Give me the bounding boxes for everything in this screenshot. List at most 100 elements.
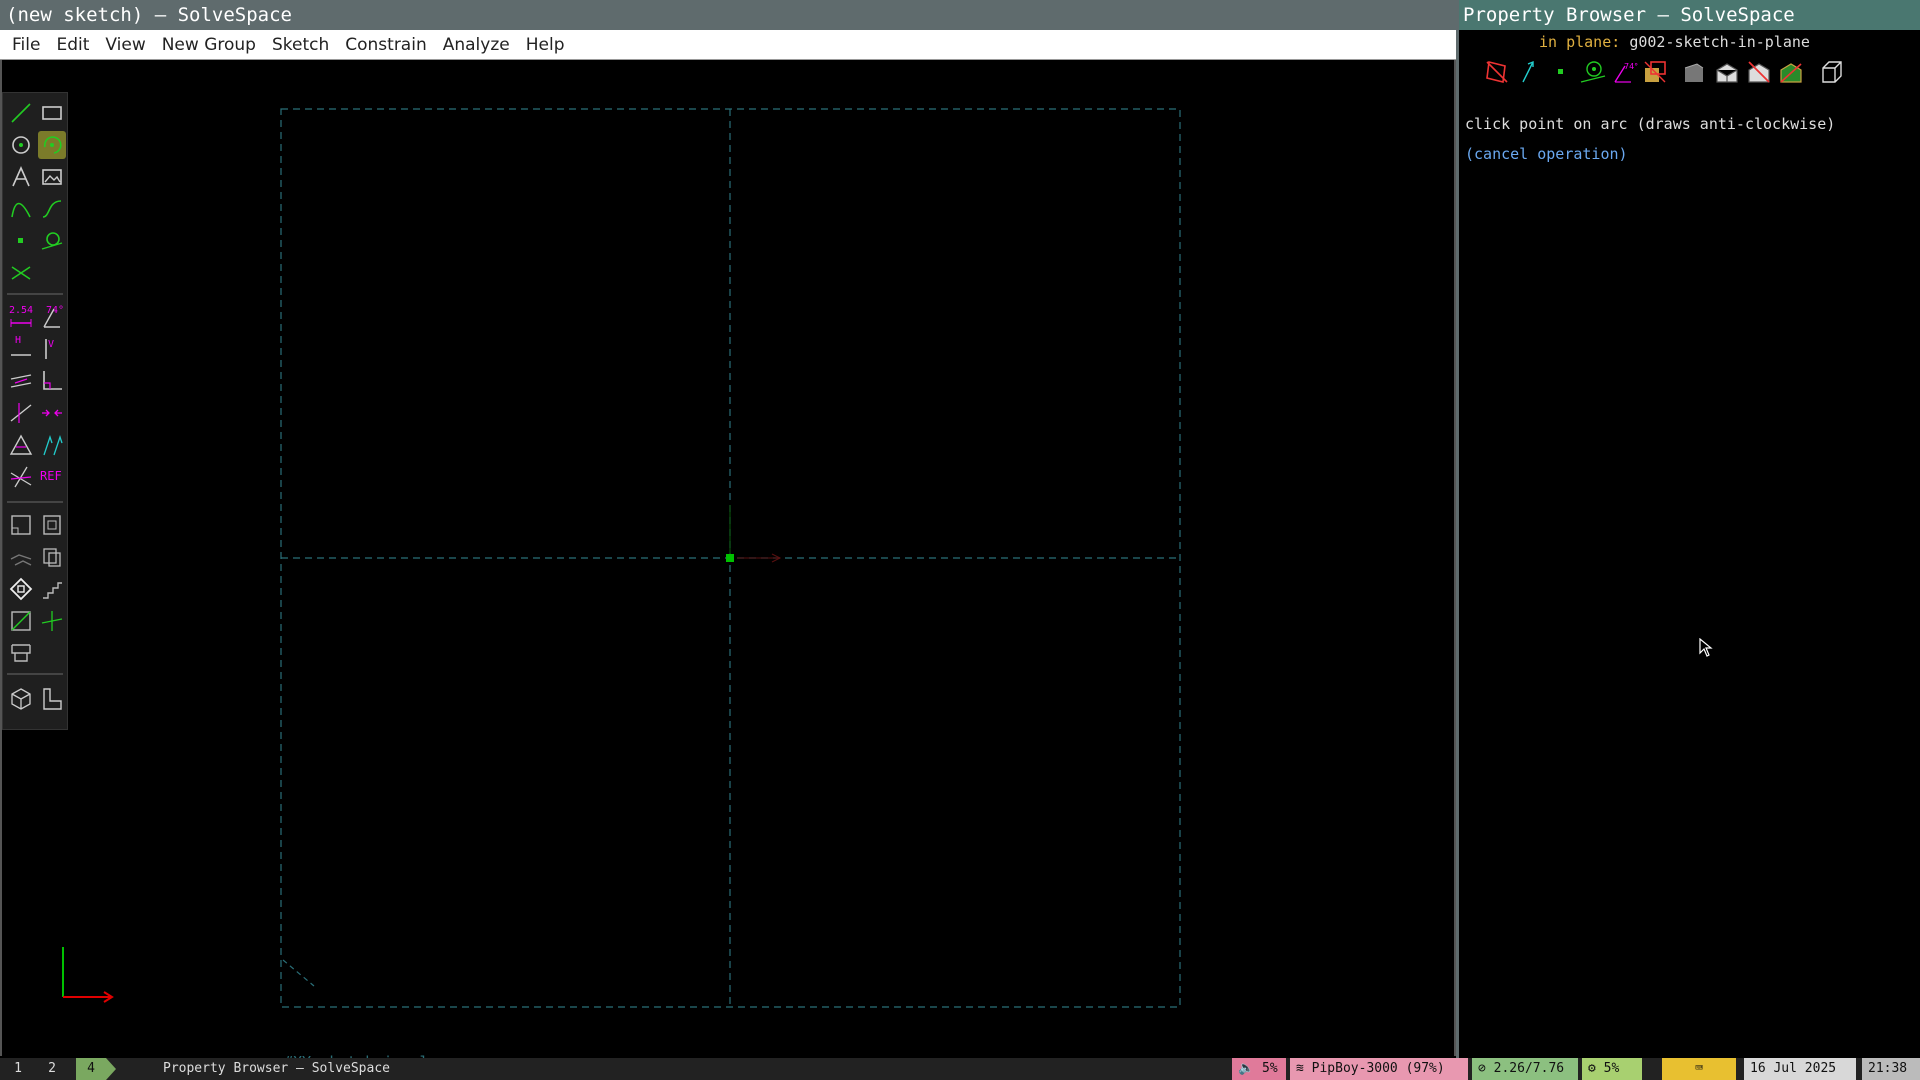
point-icon [1558, 69, 1563, 74]
menu-help[interactable]: Help [518, 30, 573, 59]
menu-view[interactable]: View [97, 30, 153, 59]
parallel-icon [10, 374, 32, 388]
vertical-icon [45, 339, 47, 359]
point-on-line-icon [10, 403, 32, 423]
main-window-title: (new sketch) — SolveSpace [0, 0, 1456, 30]
workplane-drawing [62, 108, 1181, 1008]
line-tool-button[interactable] [7, 99, 35, 127]
other-supplementary-button[interactable] [7, 463, 35, 491]
parallel-constraint-button[interactable] [7, 367, 35, 395]
vertical-constraint-button[interactable]: V [38, 335, 66, 363]
text-tool-button[interactable] [7, 163, 35, 191]
point-tool-button[interactable] [7, 227, 35, 255]
show-mesh-toggle[interactable] [1777, 58, 1805, 86]
focused-window-title: Property Browser — SolveSpace [163, 1061, 390, 1076]
lathe-button[interactable] [7, 607, 35, 635]
system-statusbar: 1 2 4 Property Browser — SolveSpace 🔈 5%… [0, 1058, 1920, 1080]
wifi-icon: ≋ [1296, 1061, 1312, 1076]
sketch-3d-icon [11, 515, 31, 535]
sketch-in-3d-button[interactable] [7, 511, 35, 539]
sketch-canvas[interactable]: #XY sketch-in-plane [0, 60, 1456, 1071]
workspace-1[interactable]: 1 [6, 1058, 30, 1080]
distance-constraint-button[interactable]: 2.54 [7, 303, 35, 331]
menu-file[interactable]: File [4, 30, 48, 59]
rectangle-tool-button[interactable] [38, 99, 66, 127]
show-constraints-toggle[interactable]: 74° [1611, 58, 1639, 86]
revolve-button[interactable] [38, 607, 66, 635]
tangent-arc-tool-button[interactable] [38, 227, 66, 255]
load-value: 2.26/7.76 [1493, 1061, 1565, 1076]
menu-sketch[interactable]: Sketch [264, 30, 337, 59]
linked-part-button[interactable] [7, 639, 35, 667]
volume-indicator[interactable]: 🔈 5% [1232, 1058, 1286, 1080]
show-normals-toggle[interactable] [1515, 58, 1543, 86]
perspective-toggle[interactable] [1817, 58, 1845, 86]
circle-icon [12, 136, 30, 154]
keyboard-icon: ⌨ [1695, 1061, 1703, 1076]
keyboard-indicator[interactable]: ⌨ [1662, 1058, 1736, 1080]
workplane-corner-marker [282, 959, 315, 987]
arc-tool-button[interactable] [38, 131, 66, 159]
arc-icon [43, 136, 62, 154]
wifi-indicator[interactable]: ≋ PipBoy-3000 (97%) [1290, 1058, 1468, 1080]
in-plane-value[interactable]: g002-sketch-in-plane [1629, 33, 1810, 51]
toolbar-separator [7, 293, 63, 295]
menu-edit[interactable]: Edit [48, 30, 97, 59]
show-construction-toggle[interactable] [1579, 58, 1607, 86]
cpu-icon: ⚙ [1588, 1061, 1604, 1076]
toolbar-separator [7, 673, 63, 675]
step-translating-button[interactable] [7, 543, 35, 571]
show-shaded-toggle[interactable] [1681, 58, 1709, 86]
menu-new-group[interactable]: New Group [154, 30, 264, 59]
text-a-icon [12, 166, 30, 187]
spline-tool-button[interactable] [38, 195, 66, 223]
angle-constraint-button[interactable]: 74° [38, 303, 66, 331]
in-plane-label: in plane: [1539, 33, 1621, 51]
horizontal-constraint-button[interactable]: H [7, 335, 35, 363]
workspace-4[interactable]: 4 [76, 1058, 106, 1080]
outline-hidden-icon [1748, 61, 1770, 83]
cancel-operation-link[interactable]: (cancel operation) [1465, 145, 1628, 163]
rectangle-icon [42, 106, 62, 120]
faces-icon [1644, 61, 1666, 83]
in-plane-info: in plane: g002-sketch-in-plane [1539, 33, 1810, 51]
perpendicular-constraint-button[interactable] [38, 367, 66, 395]
point-on-line-constraint-button[interactable] [7, 399, 35, 427]
reference-toggle-button[interactable]: REF [38, 463, 66, 491]
nearest-iso-view-button[interactable] [7, 685, 35, 713]
mesh-icon [1780, 63, 1802, 83]
visibility-toolbar: 74° [1463, 58, 1913, 88]
tangent-arc-icon [41, 232, 63, 250]
perspective-cube-icon [1822, 61, 1842, 83]
sketch-in-workplane-button[interactable] [38, 511, 66, 539]
show-points-toggle[interactable] [1547, 58, 1575, 86]
sketch-plane-icon [43, 515, 61, 535]
translate-icon [10, 554, 32, 566]
distance-dim-icon [10, 319, 32, 327]
show-faces-toggle[interactable] [1641, 58, 1669, 86]
menu-analyze[interactable]: Analyze [435, 30, 518, 59]
extrude-button[interactable] [7, 575, 35, 603]
sketch-toolbar: 2.54 74° H V REF [2, 92, 68, 730]
bezier-tool-button[interactable] [7, 195, 35, 223]
menu-constrain[interactable]: Constrain [337, 30, 434, 59]
workspace-2[interactable]: 2 [40, 1058, 64, 1080]
bezier-icon [11, 202, 31, 218]
split-curves-tool-button[interactable] [7, 259, 35, 287]
step-rotating-button[interactable] [38, 543, 66, 571]
load-indicator: ⊘ 2.26/7.76 [1472, 1058, 1578, 1080]
show-outlines-toggle[interactable] [1745, 58, 1773, 86]
equal-constraint-button[interactable] [38, 399, 66, 427]
same-orientation-constraint-button[interactable] [38, 431, 66, 459]
nearest-ortho-view-button[interactable] [38, 685, 66, 713]
link-part-icon [11, 644, 31, 662]
cursor-arrow-icon [1699, 637, 1713, 657]
circle-tool-button[interactable] [7, 131, 35, 159]
show-edges-toggle[interactable] [1713, 58, 1741, 86]
symmetric-constraint-button[interactable] [7, 431, 35, 459]
show-workplanes-toggle[interactable] [1483, 58, 1511, 86]
helix-button[interactable] [38, 575, 66, 603]
triangle-icon [9, 434, 33, 455]
angle-dim-icon [43, 308, 60, 328]
image-tool-button[interactable] [38, 163, 66, 191]
